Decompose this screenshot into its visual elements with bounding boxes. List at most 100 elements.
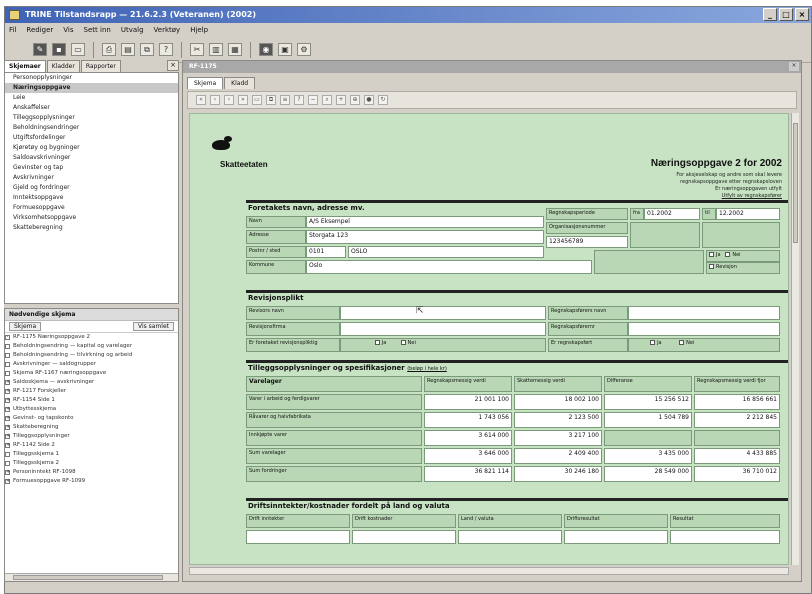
task-item[interactable]: + Saldoskjema — avskrivninger (5, 378, 178, 387)
amount-field[interactable]: 2 409 400 (514, 448, 602, 464)
open-icon[interactable]: ▭ (71, 43, 85, 56)
horizontal-scrollbar[interactable] (5, 573, 178, 581)
vertical-scrollbar[interactable] (791, 113, 799, 565)
amount-field[interactable]: 15 256 512 (604, 394, 692, 410)
amount-field[interactable]: 3 614 000 (424, 430, 512, 446)
audit-firm-field[interactable] (340, 322, 546, 336)
copy-icon[interactable]: ⧉ (266, 95, 276, 105)
task-item[interactable]: + Skatteberegning (5, 423, 178, 432)
amount-field[interactable]: 28 549 000 (604, 466, 692, 482)
task-item[interactable]: Tilleggsskjema 2 (5, 459, 178, 468)
nav-item[interactable]: Anskaffelser (5, 103, 178, 113)
zoom-in-icon[interactable]: + (336, 95, 346, 105)
paste-icon[interactable]: ▥ (209, 43, 223, 56)
task-item[interactable]: + RF-1154 Side 1 (5, 396, 178, 405)
close-icon[interactable]: × (167, 60, 179, 71)
expand-icon[interactable]: + (5, 380, 10, 385)
auditor-name-field[interactable] (340, 306, 546, 320)
distribution-field[interactable] (352, 530, 456, 544)
settings-icon[interactable]: ⚙ (297, 43, 311, 56)
tab-forms[interactable]: Skjemaer (4, 60, 46, 72)
next-page-icon[interactable]: › (224, 95, 234, 105)
nav-item[interactable]: Personopplysninger (5, 73, 178, 83)
distribution-field[interactable] (246, 530, 350, 544)
checkbox-no[interactable] (679, 340, 685, 345)
task-item[interactable]: Tilleggsskjema 1 (5, 450, 178, 459)
close-icon[interactable]: × (789, 62, 799, 71)
period-from-field[interactable]: 01.2002 (644, 208, 700, 220)
poststed-field[interactable]: OSLO (348, 246, 544, 258)
amount-field[interactable]: 36 710 012 (694, 466, 780, 482)
menu-selection[interactable]: Utvalg (121, 26, 144, 34)
expand-icon[interactable]: + (5, 479, 10, 484)
close-button[interactable]: × (795, 8, 809, 21)
expand-icon[interactable]: + (5, 407, 10, 412)
search-icon[interactable]: ⌕ (322, 95, 332, 105)
orgnr-field[interactable]: 123456789 (546, 236, 628, 248)
menu-edit[interactable]: Rediger (26, 26, 53, 34)
nav-item[interactable]: Inntektsoppgave (5, 193, 178, 203)
municipality-field[interactable]: Oslo (306, 260, 592, 274)
amount-field[interactable]: 1 504 789 (604, 412, 692, 428)
tab-drafts[interactable]: Kladder (46, 60, 80, 72)
title-bar[interactable]: TRINE Tilstandsrapp — 21.6.2.3 (Veterane… (5, 7, 811, 23)
binoculars-icon[interactable]: ◉ (259, 43, 273, 56)
amount-field[interactable]: 18 002 100 (514, 394, 602, 410)
prev-page-icon[interactable]: ‹ (210, 95, 220, 105)
distribution-field[interactable] (564, 530, 668, 544)
checkbox-no[interactable] (400, 340, 406, 345)
checkbox-audit[interactable] (709, 264, 714, 269)
task-item[interactable]: + Tilleggsopplysninger (5, 432, 178, 441)
amount-field[interactable]: 36 821 114 (424, 466, 512, 482)
nav-item[interactable]: Gjeld og fordringer (5, 183, 178, 193)
menu-insert[interactable]: Sett inn (84, 26, 111, 34)
address-field[interactable]: Storgata 123 (306, 230, 544, 244)
checkbox-yes[interactable] (374, 340, 380, 345)
help-icon[interactable]: ? (159, 43, 173, 56)
nav-item-selected[interactable]: Næringsoppgave (5, 83, 178, 93)
distribution-field[interactable] (670, 530, 780, 544)
task-item[interactable]: Skjema RF-1167 næringsoppgave (5, 369, 178, 378)
tab-form[interactable]: Skjema (187, 77, 224, 89)
menu-tools[interactable]: Verktøy (154, 26, 181, 34)
nav-item[interactable]: Virksomhetsoppgave (5, 213, 178, 223)
task-item[interactable]: Beholdningsendring — kapital og varelage… (5, 342, 178, 351)
preview-icon[interactable]: ▤ (121, 43, 135, 56)
expand-icon[interactable]: + (5, 425, 10, 430)
amount-field[interactable]: 4 433 885 (694, 448, 780, 464)
nav-item[interactable]: Formuesoppgave (5, 203, 178, 213)
expand-icon[interactable]: + (5, 470, 10, 475)
task-item[interactable]: + Formuesoppgave RF-1099 (5, 477, 178, 486)
task-item[interactable]: + RF-1217 Forskjeller (5, 387, 178, 396)
name-field[interactable]: A/S Eksempel (306, 216, 544, 228)
accountant-name-field[interactable] (628, 306, 780, 320)
nav-item[interactable]: Gevinster og tap (5, 163, 178, 173)
amount-field[interactable]: 3 435 000 (604, 448, 692, 464)
tab-reports[interactable]: Rapporter (80, 60, 121, 72)
checkbox-no[interactable] (725, 252, 731, 257)
distribution-field[interactable] (458, 530, 562, 544)
menu-view[interactable]: Vis (63, 26, 73, 34)
task-item[interactable]: + RF-1142 Side 2 (5, 441, 178, 450)
print-icon[interactable]: ⎙ (102, 43, 116, 56)
amount-field[interactable]: 1 743 056 (424, 412, 512, 428)
nav-item[interactable]: Avskrivninger (5, 173, 178, 183)
checkbox-yes[interactable] (650, 340, 656, 345)
task-item[interactable]: Beholdningsendring — tilvirkning og arbe… (5, 351, 178, 360)
amount-field[interactable]: 2 212 845 (694, 412, 780, 428)
amount-field[interactable]: 3 646 000 (424, 448, 512, 464)
amount-field[interactable]: 21 001 100 (424, 394, 512, 410)
zoom-out-icon[interactable]: − (308, 95, 318, 105)
task-item[interactable]: + Personinntekt RF-1098 (5, 468, 178, 477)
task-item[interactable]: - RF-1175 Næringsoppgave 2 (5, 333, 178, 342)
expand-icon[interactable]: + (5, 389, 10, 394)
task-item[interactable]: + Gevinst- og tapskonto (5, 414, 178, 423)
first-page-icon[interactable]: « (196, 95, 206, 105)
nav-item[interactable]: Beholdningsendringer (5, 123, 178, 133)
horizontal-scrollbar[interactable] (189, 567, 789, 575)
nav-item[interactable]: Skatteberegning (5, 223, 178, 233)
postnr-field[interactable]: 0101 (306, 246, 346, 258)
list-icon[interactable]: ≡ (280, 95, 290, 105)
last-page-icon[interactable]: » (238, 95, 248, 105)
save-icon[interactable]: ▪ (52, 43, 66, 56)
